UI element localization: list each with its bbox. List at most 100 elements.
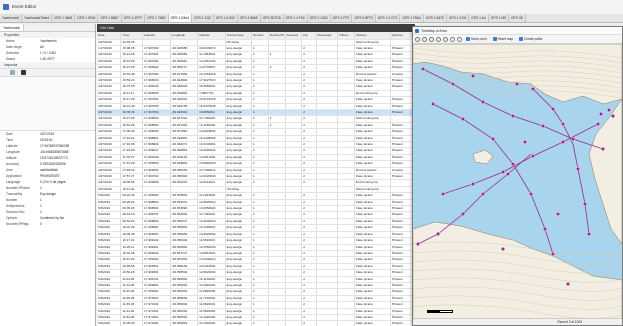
gps-point-marker[interactable] (530, 153, 535, 158)
gps-point-marker[interactable] (451, 82, 456, 87)
gps-point-marker[interactable] (500, 169, 505, 174)
table-cell[interactable]: 5/3/2019 (97, 320, 122, 326)
table-cell[interactable] (337, 320, 355, 326)
dataset-tab[interactable]: YachtsmedTestrd (21, 14, 53, 22)
dataset-tab[interactable]: GPS 1 6675 (423, 14, 447, 22)
gps-point-marker[interactable] (606, 107, 611, 112)
dataset-tab[interactable]: Yachtsmedi (0, 14, 22, 22)
reset-map-button[interactable]: Reset map (491, 36, 515, 43)
gps-point-marker[interactable] (595, 121, 600, 126)
measure-icon[interactable] (457, 36, 462, 42)
dataset-tab[interactable]: GPS 1 4FFF (121, 14, 146, 22)
table-cell[interactable]: Fake picture (354, 320, 391, 326)
dataset-tab[interactable]: GPS 1 6 E6 (446, 14, 470, 22)
gps-point-marker[interactable] (416, 241, 420, 246)
dataset-tab[interactable]: GPS 1 6 CF3 (375, 14, 401, 22)
property-value[interactable]: 1,4E,0977 (40, 56, 95, 62)
column-header[interactable]: Species (390, 32, 415, 40)
gps-point-marker[interactable] (582, 201, 587, 206)
column-header[interactable]: Sourced (285, 32, 303, 40)
column-header[interactable]: TrackerType (225, 32, 253, 40)
gps-point-marker[interactable] (461, 116, 466, 121)
dataset-tab[interactable]: GPS 1 D42 (192, 14, 214, 22)
zoom-extent-icon[interactable] (436, 36, 441, 42)
dataset-tab[interactable]: GPS 1 F8A4 (400, 14, 424, 22)
gps-point-marker[interactable] (490, 136, 495, 141)
dataset-tab[interactable]: GPS 9 6FF3 (352, 14, 376, 22)
sort-icon[interactable] (10, 70, 15, 75)
table-cell[interactable]: 17.970401 (142, 320, 171, 326)
gps-point-marker[interactable] (570, 136, 575, 141)
zoom-out-icon[interactable] (422, 36, 427, 42)
column-header[interactable]: Number (251, 32, 269, 40)
column-header[interactable]: Date (97, 32, 122, 40)
dataset-tab[interactable]: GPS 1 D3e4 (168, 14, 193, 22)
table-cell[interactable]: Phrasul (390, 320, 415, 326)
dataset-tab[interactable]: GPS 3E7D5 (260, 14, 284, 22)
gps-point-marker[interactable] (480, 191, 485, 196)
gps-point-marker[interactable] (505, 171, 510, 176)
dataset-tab[interactable]: GPS 1 M5 (488, 14, 509, 22)
gps-point-marker[interactable] (528, 191, 533, 196)
gps-point-marker[interactable] (542, 226, 547, 231)
gps-point-marker[interactable] (565, 281, 570, 286)
gps-point-marker[interactable] (420, 67, 425, 72)
column-header[interactable]: Time (120, 32, 144, 40)
gps-point-marker[interactable] (500, 246, 505, 251)
table-cell[interactable]: 1 (251, 320, 269, 326)
gps-point-marker[interactable] (471, 74, 476, 79)
table-cell[interactable]: 12:00:28 (120, 320, 144, 326)
gps-point-marker[interactable] (431, 102, 436, 107)
select-icon[interactable] (450, 36, 455, 42)
gps-point-marker[interactable] (586, 231, 591, 236)
gps-point-marker[interactable] (522, 139, 527, 144)
gps-point-marker[interactable] (610, 113, 615, 118)
zoom-in-icon[interactable] (415, 36, 420, 42)
dataset-tab[interactable]: GPS 1 8B87 (98, 14, 122, 22)
dataset-tab[interactable]: GPS 2 8665 (237, 14, 261, 22)
dataset-tab[interactable]: GPS 1 FFE (330, 14, 353, 22)
gps-point-marker[interactable] (560, 121, 565, 126)
gps-point-marker[interactable] (560, 139, 565, 144)
gps-point-marker[interactable] (598, 111, 603, 116)
table-cell[interactable] (316, 320, 339, 326)
gps-point-marker[interactable] (575, 166, 580, 171)
column-header[interactable]: Altitude (197, 32, 226, 40)
column-header[interactable]: Flg (301, 32, 317, 40)
dataset-tab[interactable]: GPS 1 3F46 (75, 14, 99, 22)
property-value[interactable]: 0 (40, 221, 95, 227)
column-header[interactable]: NumberOf (268, 32, 286, 40)
gps-point-marker[interactable] (471, 181, 476, 186)
property-row[interactable]: NumberOfPhtgs 0 (0, 221, 95, 227)
dataset-tab[interactable]: GPS 1 A4 (469, 14, 489, 22)
properties-tab[interactable]: Yachtsmedi (0, 24, 24, 31)
table-cell[interactable]: 11.3320002 (197, 320, 226, 326)
dataset-tab[interactable]: GPS 2 1430 (307, 14, 331, 22)
map-canvas[interactable] (413, 44, 622, 319)
dataset-tab[interactable]: GPS 1 3665 (52, 14, 76, 22)
dataset-tab[interactable]: GPS 1 4 F64 (283, 14, 308, 22)
gps-point-marker[interactable] (555, 211, 560, 216)
table-cell[interactable]: 2 (301, 320, 317, 326)
filter-icon[interactable] (21, 70, 26, 75)
gps-point-marker[interactable] (436, 231, 441, 236)
gps-point-marker[interactable] (540, 123, 545, 128)
table-cell[interactable]: Euy-design (225, 320, 253, 326)
move-points-button[interactable]: Move point (464, 36, 489, 43)
gps-point-marker[interactable] (600, 146, 605, 151)
zoom-fit-icon[interactable] (429, 36, 434, 42)
gps-point-marker[interactable] (480, 100, 485, 105)
dataset-tab[interactable]: GPS 3E (508, 14, 526, 22)
create-paths-button[interactable]: Create paths (517, 36, 544, 43)
dataset-tab[interactable]: GPS 1 7B63 (145, 14, 169, 22)
column-header[interactable]: Reviewed (316, 32, 339, 40)
gps-point-marker[interactable] (550, 107, 555, 112)
dataset-tab[interactable]: GPS 1 6 842 (213, 14, 238, 22)
column-header[interactable]: Latitude (142, 32, 171, 40)
column-header[interactable]: Options (354, 32, 391, 40)
table-cell[interactable] (285, 320, 303, 326)
gps-point-marker[interactable] (510, 161, 515, 166)
column-header[interactable]: Others (337, 32, 355, 40)
gps-point-marker[interactable] (514, 82, 519, 87)
gps-point-marker[interactable] (510, 113, 515, 118)
